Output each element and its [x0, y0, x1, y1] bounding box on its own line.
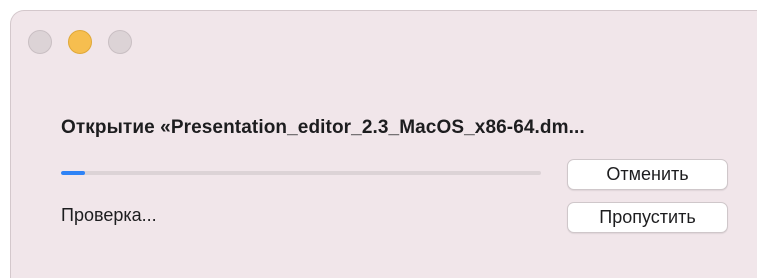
skip-button[interactable]: Пропустить — [567, 202, 728, 233]
dialog-title: Открытие «Presentation_editor_2.3_MacOS_… — [61, 117, 585, 138]
dialog-window: Открытие «Presentation_editor_2.3_MacOS_… — [10, 10, 757, 278]
progress-bar — [61, 171, 541, 175]
close-window-button[interactable] — [28, 30, 52, 54]
status-text: Проверка... — [61, 205, 157, 225]
progress-bar-fill — [61, 171, 85, 175]
minimize-window-button[interactable] — [68, 30, 92, 54]
maximize-window-button[interactable] — [108, 30, 132, 54]
cancel-button[interactable]: Отменить — [567, 159, 728, 190]
